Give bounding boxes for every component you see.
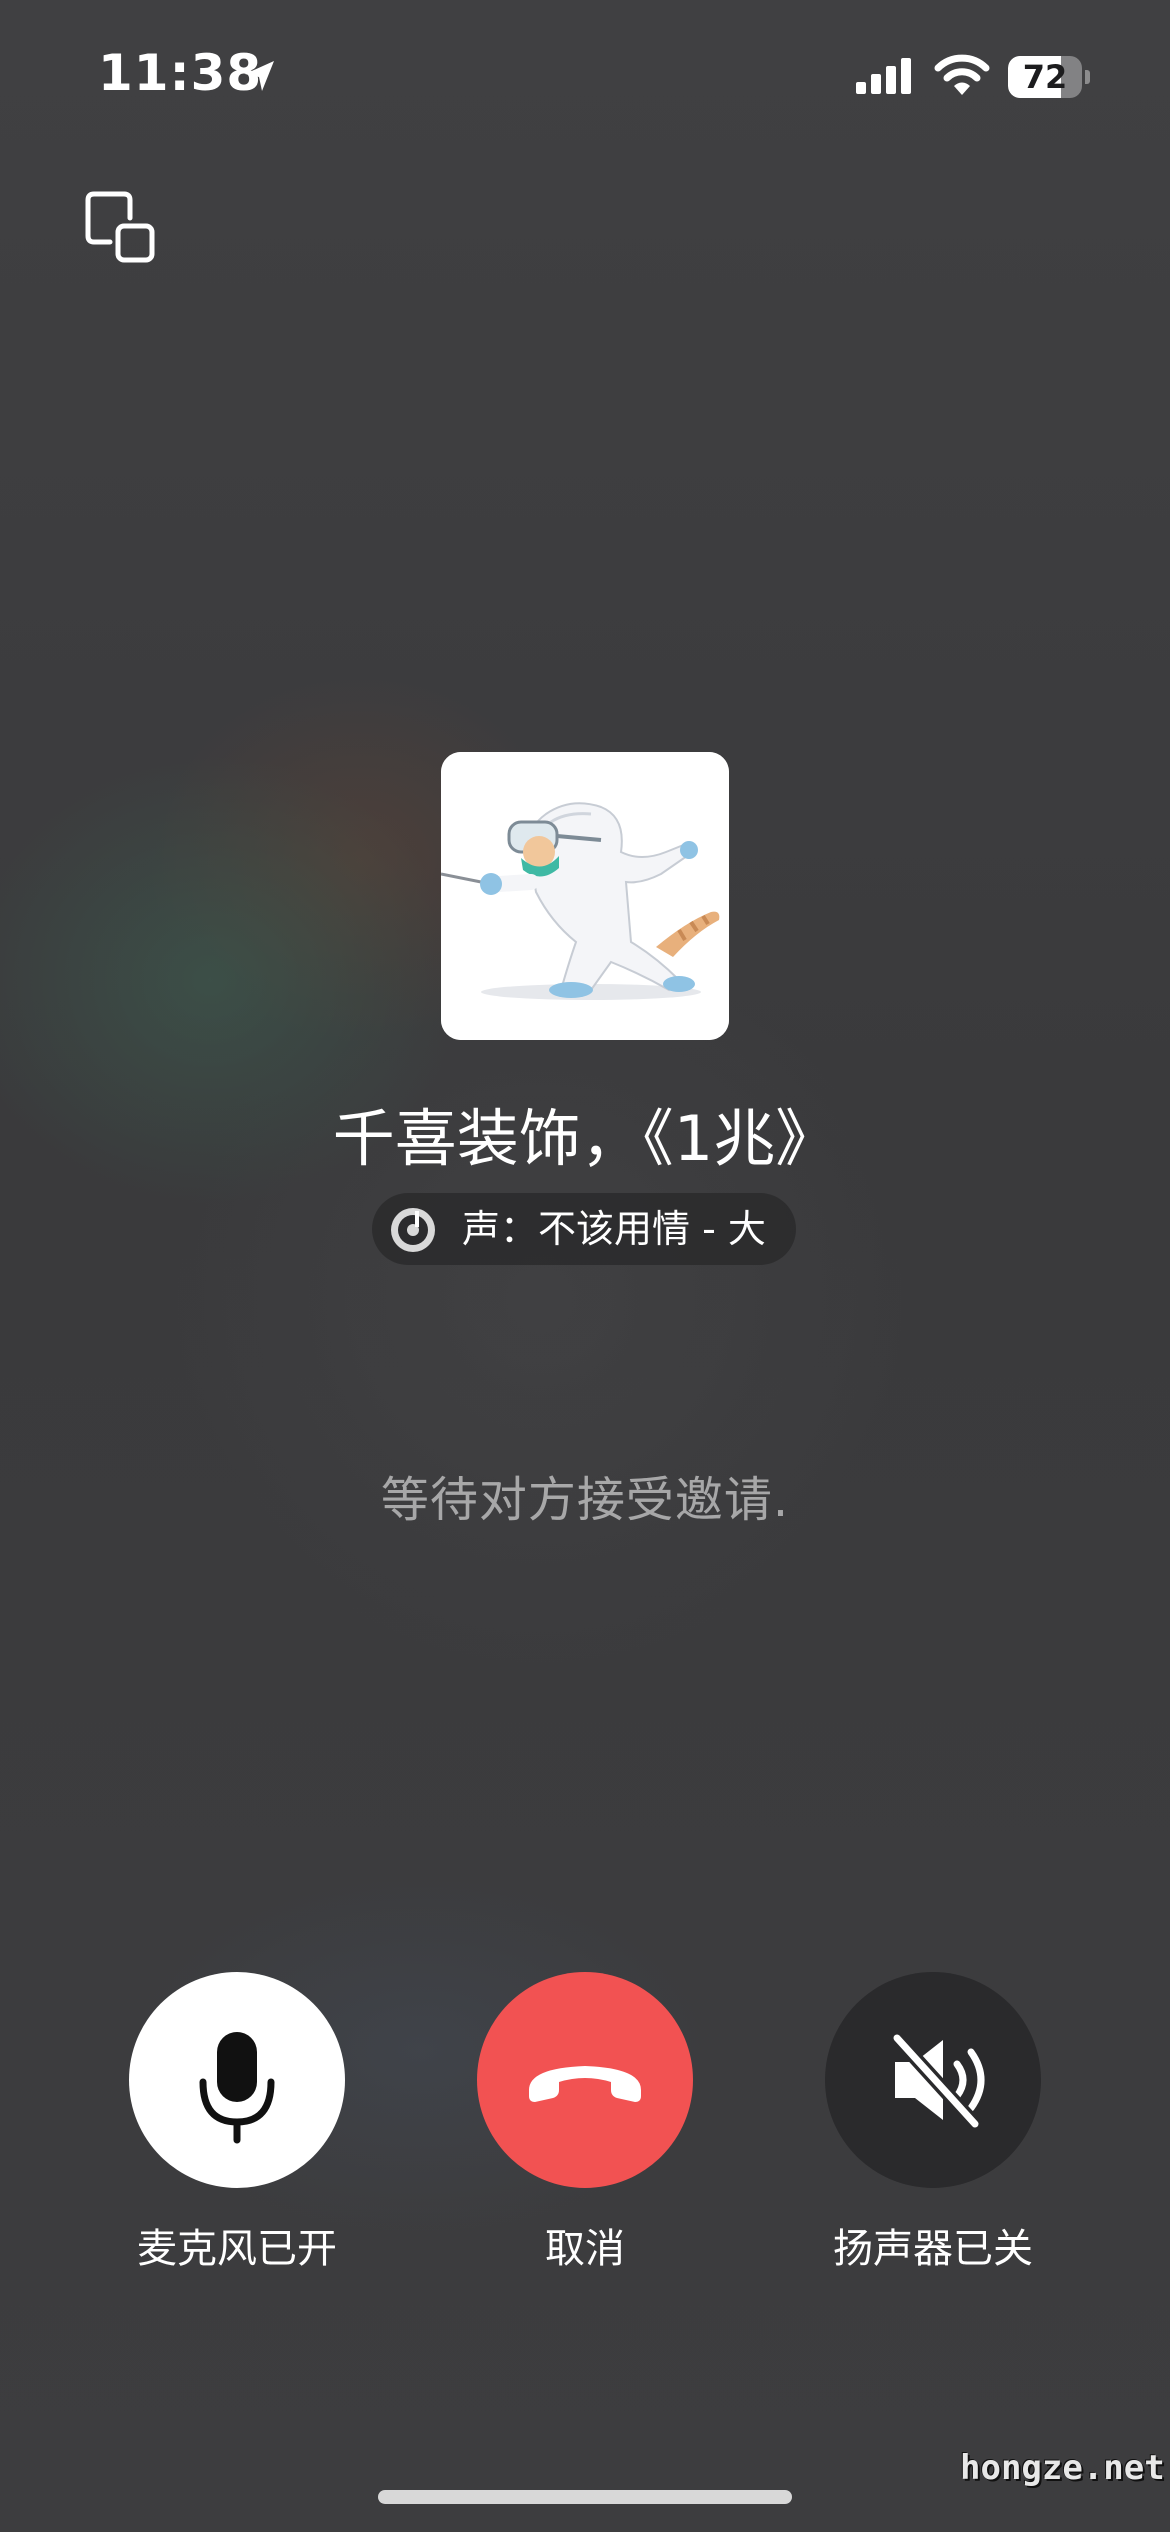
speaker-toggle-button[interactable] (825, 1972, 1041, 2188)
watermark-text: hongze.net (960, 2448, 1165, 2488)
call-screen: 11:38 72 千喜装饰，《1兆》 声：不该用情 - 大 等待对方接受邀请. … (0, 0, 1170, 2532)
microphone-icon (199, 2032, 275, 2144)
speaker-control: 扬声器已关 (783, 1972, 1083, 2292)
caller-avatar (441, 752, 729, 1040)
battery-percent: 72 (1022, 58, 1068, 96)
microphone-control: 麦克风已开 (87, 1972, 387, 2292)
minimize-call-button[interactable] (80, 186, 160, 266)
battery-indicator: 72 (1008, 56, 1090, 98)
location-arrow-icon (245, 61, 274, 91)
microphone-label: 麦克风已开 (137, 2226, 337, 2272)
ringtone-text: 声：不该用情 - 大 (462, 1207, 766, 1251)
music-disc-icon (391, 1208, 435, 1252)
status-time: 11:38 (98, 44, 263, 102)
call-status-text: 等待对方接受邀请. (380, 1472, 790, 1528)
ringtone-pill[interactable]: 声：不该用情 - 大 (372, 1193, 796, 1265)
speaker-label: 扬声器已关 (833, 2226, 1033, 2272)
hang-up-icon (529, 2066, 641, 2102)
floating-window-icon (85, 191, 155, 263)
status-bar: 11:38 72 (0, 0, 1170, 150)
fencing-cat-avatar-image (441, 752, 729, 1040)
home-indicator[interactable] (378, 2490, 792, 2504)
cellular-signal-icon (856, 58, 911, 94)
cancel-call-button[interactable] (477, 1972, 693, 2188)
wifi-icon (934, 54, 990, 95)
cancel-control: 取消 (435, 1972, 735, 2292)
speaker-muted-icon (890, 2031, 985, 2131)
caller-name: 千喜装饰，《1兆》 (332, 1102, 838, 1175)
cancel-label: 取消 (545, 2226, 625, 2272)
microphone-toggle-button[interactable] (129, 1972, 345, 2188)
